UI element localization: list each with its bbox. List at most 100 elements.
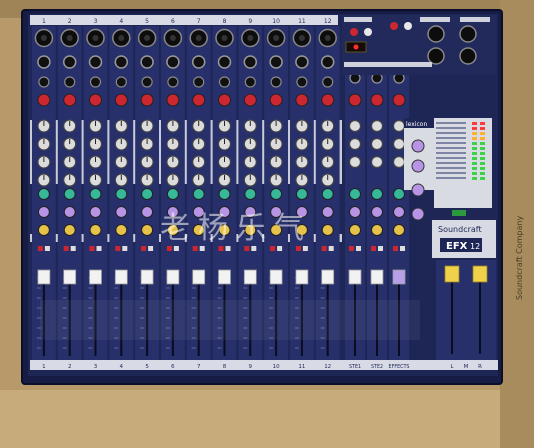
pfl-button[interactable] <box>328 246 334 251</box>
pan-knob[interactable] <box>141 224 154 236</box>
rca-input-red[interactable] <box>350 28 358 36</box>
channel-fader[interactable] <box>166 269 180 285</box>
line-input-jack[interactable] <box>88 55 103 69</box>
channel-fader[interactable] <box>140 269 154 285</box>
channel-fader[interactable] <box>192 269 206 285</box>
stereo-eq-knob[interactable] <box>348 137 362 151</box>
gain-knob[interactable] <box>269 93 283 107</box>
line-input-jack[interactable] <box>243 55 258 69</box>
rca-output-white[interactable] <box>404 22 412 30</box>
master-fader[interactable] <box>444 265 460 283</box>
gain-knob[interactable] <box>37 93 51 107</box>
fx-send-knob[interactable] <box>89 206 102 218</box>
gain-knob[interactable] <box>321 93 335 107</box>
stereo-fx-knob[interactable] <box>349 206 361 218</box>
pfl-button[interactable] <box>70 246 76 251</box>
line-input-jack[interactable] <box>295 55 309 69</box>
aux-knob[interactable] <box>321 188 334 200</box>
stereo-balance-knob[interactable] <box>349 224 361 236</box>
aux-knob[interactable] <box>295 188 308 200</box>
stereo-eq-knob[interactable] <box>370 137 384 151</box>
pfl-button[interactable] <box>122 246 128 251</box>
stereo-xlr-3[interactable] <box>427 47 445 65</box>
channel-fader[interactable] <box>37 269 51 285</box>
mute-button[interactable] <box>63 246 69 251</box>
insert-jack[interactable] <box>167 76 179 88</box>
master-fader[interactable] <box>472 265 488 283</box>
mute-button[interactable] <box>270 246 276 251</box>
pfl-button[interactable] <box>44 246 50 251</box>
insert-jack[interactable] <box>141 76 153 88</box>
pfl-button[interactable] <box>225 246 231 251</box>
pfl-button[interactable] <box>96 246 102 251</box>
mute-button[interactable] <box>295 246 301 251</box>
effects-knob-violet-3[interactable] <box>411 183 425 197</box>
channel-fader[interactable] <box>269 269 283 285</box>
insert-jack[interactable] <box>244 76 256 88</box>
insert-jack[interactable] <box>38 76 50 88</box>
aux-knob[interactable] <box>37 188 50 200</box>
mute-button[interactable] <box>321 246 327 251</box>
stereo-aux-knob[interactable] <box>371 188 383 200</box>
fx-send-knob[interactable] <box>115 206 128 218</box>
gain-knob[interactable] <box>243 93 257 107</box>
pfl-button[interactable] <box>302 246 308 251</box>
pfl-button[interactable] <box>251 246 257 251</box>
channel-fader[interactable] <box>63 269 77 285</box>
gain-knob[interactable] <box>218 93 231 107</box>
stereo-mute-button[interactable] <box>349 246 354 251</box>
aux-knob[interactable] <box>141 188 154 200</box>
stereo-pfl-button[interactable] <box>356 246 361 251</box>
pfl-button[interactable] <box>173 246 179 251</box>
line-input-jack[interactable] <box>62 55 77 69</box>
stereo-gain-knob[interactable] <box>348 93 362 107</box>
pan-knob[interactable] <box>115 224 128 236</box>
stereo-aux-knob[interactable] <box>393 188 405 200</box>
pan-knob[interactable] <box>37 224 50 236</box>
insert-jack[interactable] <box>296 76 308 88</box>
stereo-eq-knob[interactable] <box>392 155 406 169</box>
pan-knob[interactable] <box>321 224 334 236</box>
line-input-jack[interactable] <box>269 55 283 69</box>
aux-knob[interactable] <box>244 188 257 200</box>
mute-button[interactable] <box>218 246 224 251</box>
mute-button[interactable] <box>244 246 250 251</box>
mute-button[interactable] <box>141 246 147 251</box>
pfl-button[interactable] <box>277 246 283 251</box>
effects-knob-violet-2[interactable] <box>411 159 425 173</box>
channel-fader[interactable] <box>89 269 102 285</box>
rca-input-white[interactable] <box>364 28 372 36</box>
fx-send-knob[interactable] <box>321 206 334 218</box>
aux-knob[interactable] <box>89 188 102 200</box>
channel-fader[interactable] <box>295 269 309 285</box>
gain-knob[interactable] <box>166 93 180 107</box>
gain-knob[interactable] <box>63 93 77 107</box>
insert-jack[interactable] <box>270 76 282 88</box>
channel-fader[interactable] <box>321 269 335 285</box>
channel-fader[interactable] <box>114 269 128 285</box>
mute-button[interactable] <box>89 246 95 251</box>
mute-button[interactable] <box>115 246 121 251</box>
fx-send-knob[interactable] <box>37 206 50 218</box>
stereo-eq-knob[interactable] <box>348 155 362 169</box>
line-input-jack[interactable] <box>320 55 335 69</box>
stereo-fader[interactable] <box>348 269 362 285</box>
stereo-balance-knob[interactable] <box>371 224 383 236</box>
stereo-xlr-2[interactable] <box>459 25 477 43</box>
channel-fader[interactable] <box>243 269 257 285</box>
gain-knob[interactable] <box>295 93 309 107</box>
pan-knob[interactable] <box>89 224 102 236</box>
insert-jack[interactable] <box>193 76 205 88</box>
line-input-jack[interactable] <box>191 55 206 69</box>
gain-knob[interactable] <box>192 93 206 107</box>
effects-green-led-button[interactable] <box>452 210 466 216</box>
line-input-jack[interactable] <box>140 55 154 69</box>
fx-send-knob[interactable] <box>141 206 154 218</box>
effects-knob-violet-1[interactable] <box>411 139 425 153</box>
mute-button[interactable] <box>192 246 198 251</box>
stereo-eq-knob[interactable] <box>348 119 362 133</box>
pfl-button[interactable] <box>199 246 205 251</box>
gain-knob[interactable] <box>89 93 102 107</box>
stereo-eq-knob[interactable] <box>370 155 384 169</box>
stereo-fx-knob[interactable] <box>393 206 405 218</box>
